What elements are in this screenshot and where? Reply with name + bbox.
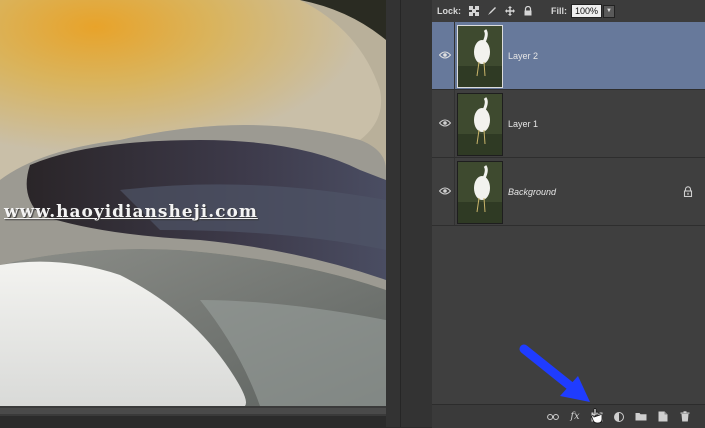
lock-label: Lock: <box>437 6 462 16</box>
lock-bar: Lock: Fill: 100% ▼ <box>432 0 705 22</box>
layers-list: Layer 2 Layer 1 Background <box>432 22 705 226</box>
layers-panel-footer: fx <box>432 404 705 428</box>
mouse-pointer-icon <box>591 408 603 424</box>
layer-separator <box>454 22 455 89</box>
lock-image-pixels-icon[interactable] <box>487 6 497 16</box>
visibility-eye-icon[interactable] <box>439 50 451 60</box>
folder-icon[interactable] <box>633 410 649 424</box>
layer-thumbnail[interactable] <box>457 161 503 224</box>
fill-label: Fill: <box>550 6 567 16</box>
layer-row-layer-1[interactable]: Layer 1 <box>432 90 705 158</box>
link-icon[interactable] <box>545 410 561 424</box>
layer-row-background[interactable]: Background <box>432 158 705 226</box>
layer-separator <box>454 158 455 225</box>
layer-row-layer-2[interactable]: Layer 2 <box>432 22 705 90</box>
scrollbar-track[interactable] <box>0 408 386 414</box>
fx-icon[interactable]: fx <box>567 410 583 424</box>
lock-position-icon[interactable] <box>505 6 516 16</box>
visibility-eye-icon[interactable] <box>439 118 451 128</box>
layer-name[interactable]: Background <box>508 187 556 197</box>
fill-dropdown-arrow-icon[interactable]: ▼ <box>603 4 615 18</box>
panel-gutter <box>386 0 432 427</box>
gutter-divider <box>400 0 401 427</box>
lock-all-icon[interactable] <box>523 6 533 16</box>
watermark-text: www.haoyidiansheji.com <box>4 202 258 222</box>
new-layer-icon[interactable] <box>655 410 671 424</box>
canvas-horizontal-scrollbar[interactable] <box>0 406 386 416</box>
layer-name[interactable]: Layer 1 <box>508 119 538 129</box>
fill-input[interactable]: 100% <box>570 4 602 18</box>
document-canvas[interactable]: www.haoyidiansheji.com <box>0 0 386 406</box>
lock-transparent-pixels-icon[interactable] <box>469 6 480 16</box>
layer-thumbnail[interactable] <box>457 25 503 88</box>
trash-icon[interactable] <box>677 410 693 424</box>
lock-icon[interactable] <box>683 186 693 197</box>
visibility-eye-icon[interactable] <box>439 186 451 196</box>
layers-empty-area <box>432 226 705 404</box>
layers-panel: Lock: Fill: 100% ▼ Layer 2 Layer 1 Backg… <box>432 0 705 428</box>
adjustment-layer-icon[interactable] <box>611 410 627 424</box>
layer-separator <box>454 90 455 157</box>
layer-thumbnail[interactable] <box>457 93 503 156</box>
layer-name[interactable]: Layer 2 <box>508 51 538 61</box>
